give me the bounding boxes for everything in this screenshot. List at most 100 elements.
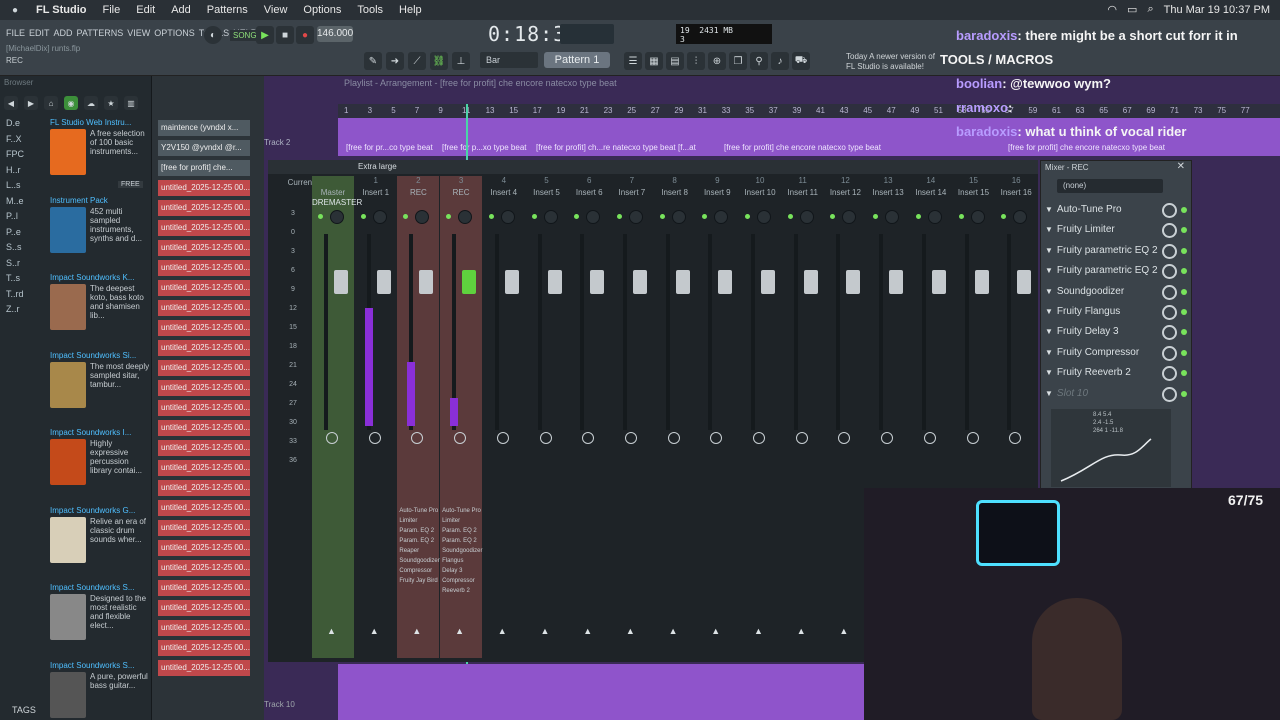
browser-folder[interactable]: FPC [6, 149, 24, 159]
fx-mix-knob[interactable] [1162, 223, 1177, 239]
channel-button[interactable]: untitled_2025-12-25 00... [158, 520, 250, 536]
channel-button[interactable]: untitled_2025-12-25 00... [158, 240, 250, 256]
strip-name[interactable]: Insert 4 [483, 188, 525, 197]
fx-slot-arrow-icon[interactable]: ▼ [1045, 266, 1053, 275]
mixer-strip[interactable]: 8 Insert 8 ▲ [654, 176, 696, 658]
mixer-strip[interactable]: 9 Insert 9 ▲ [696, 176, 738, 658]
wifi-icon[interactable]: ◠ [1107, 3, 1117, 16]
pan-knob[interactable] [885, 210, 900, 224]
route-arrow-icon[interactable]: ▲ [412, 626, 421, 636]
volume-fader[interactable] [547, 270, 562, 294]
channel-button[interactable]: untitled_2025-12-25 00... [158, 580, 250, 596]
channel-button[interactable]: [free for profit] che... [158, 160, 250, 176]
mute-toggle[interactable] [787, 214, 793, 219]
route-arrow-icon[interactable]: ▲ [327, 626, 336, 636]
fl-menu-edit[interactable]: EDIT [29, 28, 50, 38]
fx-slot[interactable]: ▼ Soundgoodizer [1045, 283, 1189, 301]
fx-slot[interactable]: ▼ Fruity Limiter [1045, 221, 1189, 239]
pencil-icon[interactable]: ✎ [364, 52, 382, 70]
library-icon[interactable]: ▥ [124, 96, 138, 110]
fx-slot-arrow-icon[interactable]: ▼ [1045, 307, 1053, 316]
volume-fader[interactable] [334, 270, 348, 294]
mixer-strip[interactable]: 5 Insert 5 ▲ [526, 176, 568, 658]
mixer-strip[interactable]: 7 Insert 7 ▲ [611, 176, 653, 658]
route-arrow-icon[interactable]: ▲ [669, 626, 678, 636]
audio-input-select[interactable]: (none) [1057, 179, 1163, 193]
volume-fader[interactable] [675, 270, 690, 294]
strip-name[interactable]: Insert 10 [739, 188, 781, 197]
send-icon[interactable] [753, 432, 765, 444]
volume-fader[interactable] [761, 270, 775, 294]
forward-icon[interactable]: ▶ [24, 96, 38, 110]
star-icon[interactable]: ★ [104, 96, 118, 110]
strip-name[interactable]: Master [312, 188, 354, 197]
mute-toggle[interactable] [915, 214, 921, 219]
strip-name[interactable]: Insert 7 [611, 188, 653, 197]
volume-fader[interactable] [504, 270, 519, 294]
fx-enable-led[interactable] [1181, 309, 1187, 315]
pattern-selector[interactable]: Pattern 1 [544, 52, 610, 68]
channel-button[interactable]: untitled_2025-12-25 00... [158, 560, 250, 576]
channel-button[interactable]: untitled_2025-12-25 00... [158, 480, 250, 496]
bottom-audio-clip[interactable] [338, 664, 864, 720]
stamp-icon[interactable]: ⊥ [452, 52, 470, 70]
volume-fader[interactable] [974, 270, 989, 294]
channel-button[interactable]: untitled_2025-12-25 00... [158, 260, 250, 276]
send-icon[interactable] [326, 432, 338, 444]
send-icon[interactable] [1009, 432, 1022, 444]
battery-icon[interactable]: ▭ [1127, 3, 1137, 16]
arrow-right-icon[interactable]: ➜ [386, 52, 404, 70]
fx-mix-knob[interactable] [1162, 243, 1177, 259]
mute-toggle[interactable] [873, 214, 879, 219]
link-icon[interactable]: ⛓ [430, 52, 448, 70]
send-icon[interactable] [838, 432, 851, 444]
browser-folder[interactable]: S..r [6, 258, 20, 268]
browser-folder[interactable]: S..s [6, 242, 22, 252]
audio-clip-label[interactable]: [f...at [678, 143, 696, 152]
mac-menu-add[interactable]: Add [171, 4, 191, 16]
strip-name[interactable]: REC [440, 188, 482, 197]
mute-toggle[interactable] [958, 214, 964, 219]
fx-slot[interactable]: ▼ Fruity Flangus [1045, 303, 1189, 321]
route-arrow-icon[interactable]: ▲ [583, 626, 592, 636]
route-arrow-icon[interactable]: ▲ [455, 626, 464, 636]
stop-icon[interactable]: ■ [276, 26, 294, 44]
browser-folder[interactable]: L..s [6, 180, 21, 190]
library-item[interactable]: Impact Soundworks G... Relive an era of c… [50, 506, 150, 563]
pan-knob[interactable] [372, 210, 387, 224]
cloud-icon[interactable]: ☁ [84, 96, 98, 110]
close-icon[interactable]: ✕ [1177, 161, 1185, 172]
mute-toggle[interactable] [616, 214, 622, 219]
volume-fader[interactable] [931, 270, 946, 294]
pan-knob[interactable] [714, 210, 729, 224]
pan-knob[interactable] [842, 210, 857, 224]
route-arrow-icon[interactable]: ▲ [626, 626, 635, 636]
channel-button[interactable]: untitled_2025-12-25 00... [158, 660, 250, 676]
search-icon[interactable]: ⌕ [1147, 3, 1153, 16]
cart-icon[interactable]: ⛟ [792, 52, 810, 70]
pan-knob[interactable] [757, 210, 771, 224]
fx-slot-arrow-icon[interactable]: ▼ [1045, 205, 1053, 214]
pan-knob[interactable] [415, 210, 430, 224]
library-item[interactable]: Impact Soundworks Si... The most deeply s… [50, 351, 150, 408]
app-name[interactable]: FL Studio [36, 4, 87, 16]
strip-name[interactable]: Insert 1 [355, 188, 397, 197]
mixer-strip[interactable]: 2 REC ▲ Auto-Tune Pro Limiter Param. EQ 2 Para… [397, 176, 440, 658]
audio-clip-label[interactable]: [free for pr...co type beat [346, 143, 433, 152]
fx-slot-arrow-icon[interactable]: ▼ [1045, 389, 1053, 398]
send-icon[interactable] [411, 432, 424, 444]
tempo-display[interactable]: 146.000 [317, 26, 353, 42]
pan-knob[interactable] [1013, 210, 1028, 224]
mute-toggle[interactable] [702, 214, 708, 219]
fx-enable-led[interactable] [1181, 288, 1187, 295]
fx-mix-knob[interactable] [1162, 345, 1177, 361]
channel-button[interactable]: untitled_2025-12-25 00... [158, 500, 250, 516]
channel-button[interactable]: untitled_2025-12-25 00... [158, 280, 250, 296]
volume-fader[interactable] [376, 270, 391, 294]
send-icon[interactable] [795, 432, 808, 444]
mixer-strip[interactable]: 10 Insert 10 ▲ [739, 176, 781, 658]
send-icon[interactable] [710, 432, 723, 444]
channel-button[interactable]: untitled_2025-12-25 00... [158, 180, 250, 196]
mac-menu-file[interactable]: File [103, 4, 121, 16]
route-arrow-icon[interactable]: ▲ [839, 626, 848, 636]
